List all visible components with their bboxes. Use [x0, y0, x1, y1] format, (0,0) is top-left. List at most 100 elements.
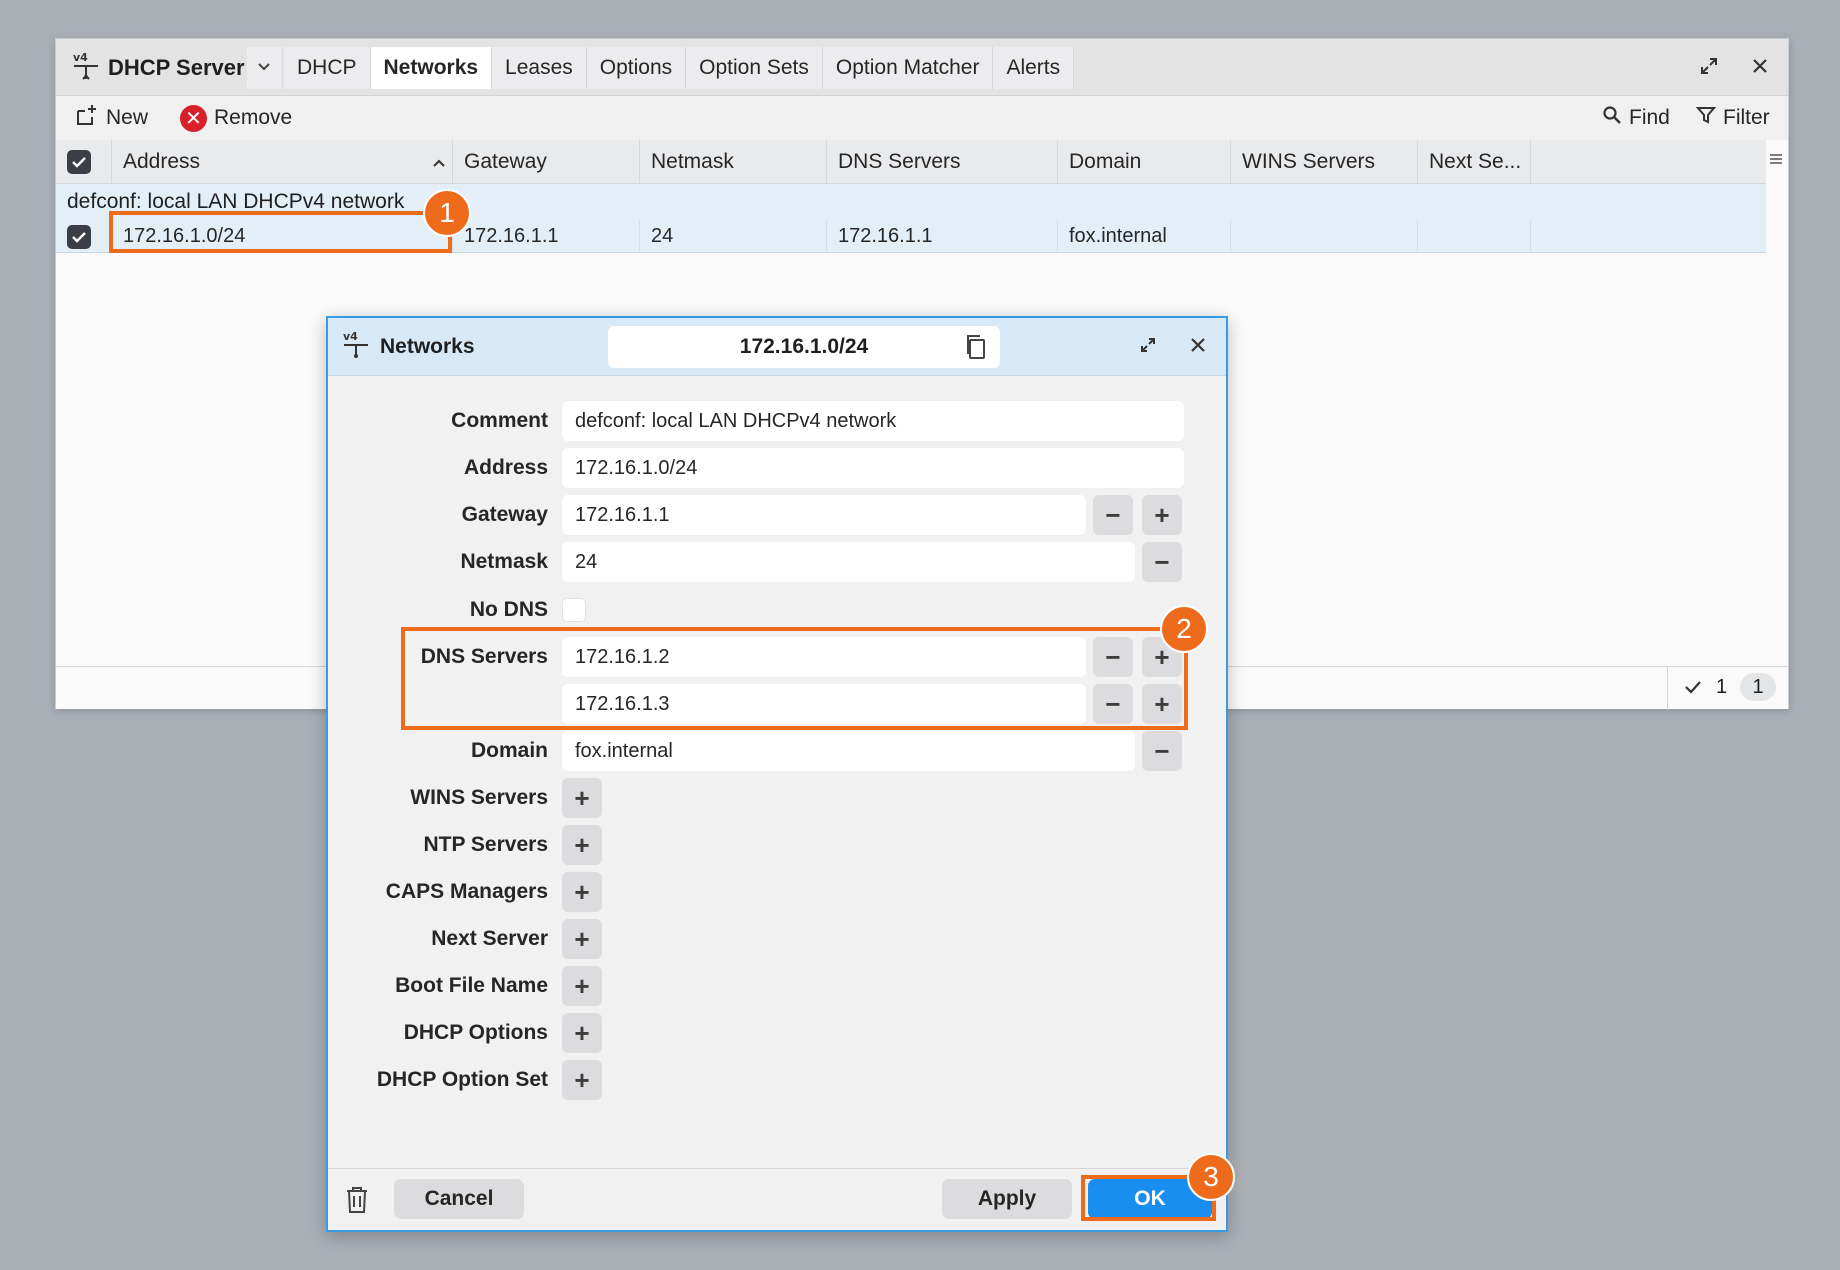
plus-icon: + — [574, 782, 590, 813]
gateway-add-button[interactable]: + — [1142, 495, 1182, 535]
app-dropdown-button[interactable] — [247, 47, 281, 89]
tab-options[interactable]: Options — [586, 47, 687, 89]
sort-asc-icon — [432, 150, 446, 174]
domain-field[interactable]: fox.internal — [562, 731, 1135, 771]
boot-file-add-button[interactable]: + — [562, 966, 602, 1006]
tab-option-sets[interactable]: Option Sets — [686, 47, 823, 89]
step-badge-3: 3 — [1187, 1153, 1235, 1201]
gateway-row: Gateway 172.16.1.1 − + — [328, 494, 1226, 536]
domain-remove-button[interactable]: − — [1142, 731, 1182, 771]
netmask-field[interactable]: 24 — [562, 542, 1135, 582]
column-address-label: Address — [123, 150, 201, 173]
close-window-button[interactable] — [1745, 53, 1775, 83]
svg-text:v4: v4 — [73, 51, 88, 64]
tab-option-matcher[interactable]: Option Matcher — [822, 47, 994, 89]
plus-icon: + — [1154, 499, 1170, 530]
cell-netmask: 24 — [640, 220, 827, 253]
comment-label: Comment — [451, 409, 548, 432]
networks-dialog: v4 Networks 172.16.1.0/24 Comment defcon… — [326, 316, 1228, 1232]
tab-strip: DHCP Networks Leases Options Option Sets… — [284, 47, 1075, 89]
search-icon — [1602, 105, 1622, 131]
dhcp-option-set-label: DHCP Option Set — [376, 1068, 548, 1091]
chevron-down-icon — [257, 59, 271, 77]
row-checkbox[interactable] — [56, 220, 112, 253]
expand-icon — [1140, 337, 1156, 358]
toolbar: New ✕ Remove Find Filter — [56, 96, 1788, 140]
filter-button[interactable]: Filter — [1695, 102, 1770, 134]
svg-text:v4: v4 — [343, 330, 358, 343]
column-dns-servers[interactable]: DNS Servers — [827, 140, 1058, 184]
cancel-button[interactable]: Cancel — [394, 1179, 524, 1219]
table-header: Address Gateway Netmask DNS Servers Doma… — [56, 140, 1766, 184]
gateway-field[interactable]: 172.16.1.1 — [562, 495, 1086, 535]
remove-button[interactable]: ✕ Remove — [180, 102, 292, 134]
dhcp-option-set-add-button[interactable]: + — [562, 1060, 602, 1100]
trash-icon[interactable] — [344, 1185, 370, 1220]
minus-icon: − — [1154, 735, 1170, 766]
boot-file-label: Boot File Name — [395, 974, 548, 997]
nodns-checkbox[interactable] — [562, 598, 586, 622]
comment-field[interactable]: defconf: local LAN DHCPv4 network — [562, 401, 1184, 441]
dhcp-options-label: DHCP Options — [403, 1021, 548, 1044]
next-server-add-button[interactable]: + — [562, 919, 602, 959]
tab-leases[interactable]: Leases — [492, 47, 587, 89]
netmask-row: Netmask 24 − — [328, 541, 1226, 583]
column-gateway[interactable]: Gateway — [453, 140, 640, 184]
tab-bar: v4 DHCP Server DHCP Networks Leases Opti… — [56, 39, 1788, 96]
dialog-title-label: Networks — [380, 335, 475, 358]
selected-count: 1 — [1716, 676, 1728, 698]
ntp-add-button[interactable]: + — [562, 825, 602, 865]
gateway-remove-button[interactable]: − — [1093, 495, 1133, 535]
column-menu-icon[interactable] — [1768, 151, 1784, 172]
ntp-row: NTP Servers + — [328, 824, 1226, 866]
cell-wins-servers — [1231, 220, 1418, 253]
wins-add-button[interactable]: + — [562, 778, 602, 818]
app-tab[interactable]: v4 DHCP Server — [64, 47, 255, 89]
nodns-row: No DNS — [328, 589, 1226, 631]
step-badge-1: 1 — [423, 189, 471, 237]
address-field[interactable]: 172.16.1.0/24 — [562, 448, 1184, 488]
plus-icon: + — [574, 923, 590, 954]
filter-label: Filter — [1723, 106, 1770, 129]
dialog-maximize-button[interactable] — [1133, 332, 1163, 362]
app-title: DHCP Server — [108, 55, 245, 80]
plus-icon: + — [574, 876, 590, 907]
dialog-close-button[interactable] — [1183, 332, 1213, 362]
netmask-remove-button[interactable]: − — [1142, 542, 1182, 582]
cell-domain: fox.internal — [1058, 220, 1231, 253]
find-button[interactable]: Find — [1602, 102, 1670, 134]
step-badge-2: 2 — [1160, 605, 1208, 653]
copy-icon[interactable] — [962, 333, 990, 361]
column-next-server[interactable]: Next Se... — [1418, 140, 1531, 184]
comment-row: Comment defconf: local LAN DHCPv4 networ… — [328, 400, 1226, 442]
caps-add-button[interactable]: + — [562, 872, 602, 912]
column-wins-servers[interactable]: WINS Servers — [1231, 140, 1418, 184]
gateway-label: Gateway — [461, 503, 548, 526]
add-item-icon — [75, 103, 99, 133]
select-all-checkbox[interactable] — [56, 140, 112, 184]
domain-row: Domain fox.internal − — [328, 730, 1226, 772]
netmask-label: Netmask — [460, 550, 548, 573]
new-button[interactable]: New — [75, 102, 148, 134]
expand-icon — [1700, 57, 1718, 80]
remove-label: Remove — [214, 106, 293, 129]
column-netmask[interactable]: Netmask — [640, 140, 827, 184]
tab-networks[interactable]: Networks — [370, 47, 493, 89]
cell-next-server — [1418, 220, 1531, 253]
dhcp-options-add-button[interactable]: + — [562, 1013, 602, 1053]
apply-button[interactable]: Apply — [942, 1179, 1072, 1219]
plus-icon: + — [574, 1017, 590, 1048]
caps-row: CAPS Managers + — [328, 871, 1226, 913]
tab-dhcp[interactable]: DHCP — [284, 47, 371, 89]
column-domain[interactable]: Domain — [1058, 140, 1231, 184]
maximize-button[interactable] — [1694, 53, 1724, 83]
close-icon — [1752, 58, 1768, 79]
dialog-header-value[interactable]: 172.16.1.0/24 — [608, 326, 1000, 368]
tab-alerts[interactable]: Alerts — [993, 47, 1075, 89]
close-icon — [1190, 337, 1206, 358]
next-server-label: Next Server — [431, 927, 548, 950]
highlight-dns-servers — [401, 627, 1188, 730]
column-address[interactable]: Address — [112, 140, 453, 184]
dhcp-options-row: DHCP Options + — [328, 1012, 1226, 1054]
filter-icon — [1695, 105, 1717, 131]
